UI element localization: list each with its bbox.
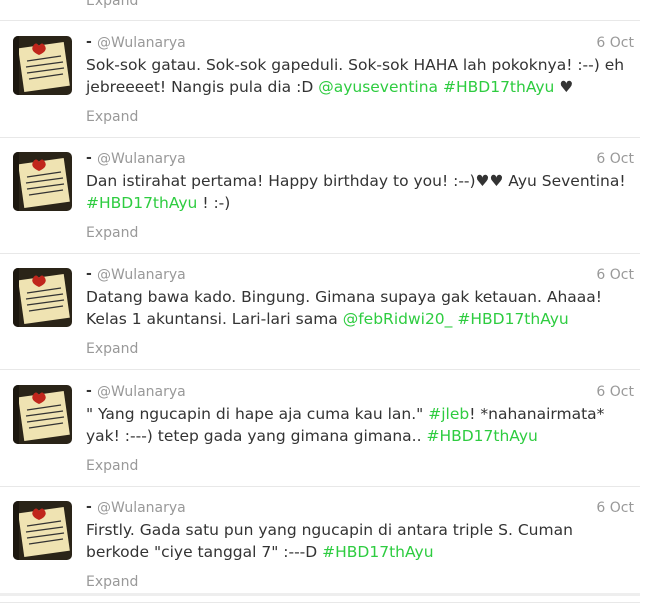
tweet-timestamp[interactable]: 6 Oct [596,267,634,283]
scrollbar[interactable] [640,0,650,596]
avatar-image [13,501,72,560]
hashtag-link[interactable]: #HBD17thAyu [457,310,568,328]
expand-link[interactable]: Expand [86,574,138,590]
hashtag-link[interactable]: #HBD17thAyu [426,427,537,445]
avatar[interactable] [13,501,72,560]
avatar[interactable] [13,152,72,211]
expand-link[interactable]: Expand [86,341,138,357]
avatar[interactable] [13,385,72,444]
hashtag-link[interactable]: #HBD17thAyu [86,194,197,212]
avatar-image [13,152,72,211]
author-name[interactable]: - [86,266,92,282]
avatar[interactable] [13,36,72,95]
tweet-header: - @Wulanarya 6 Oct [86,150,634,169]
tweet-text: Dan istirahat pertama! Happy birthday to… [86,170,631,214]
tweet-timestamp[interactable]: 6 Oct [596,35,634,51]
username[interactable]: @Wulanarya [97,384,186,400]
tweet-timestamp[interactable]: 6 Oct [596,500,634,516]
tweet-text-segment: ♥ [554,78,574,96]
tweet-header: - @Wulanarya 6 Oct [86,383,634,402]
mention-link[interactable]: @febRidwi20_ [343,310,453,328]
username[interactable]: @Wulanarya [97,35,186,51]
tweet-item[interactable]: - @Wulanarya 6 Oct Firstly. Gada satu pun y… [0,486,640,603]
avatar-image [13,36,72,95]
previous-tweet-stub: Expand [0,0,640,21]
tweet-item[interactable]: - @Wulanarya 6 Oct Sok-sok gatau. Sok-sok g… [0,21,640,138]
tweet-text-segment: Dan istirahat pertama! Happy birthday to… [86,172,626,190]
tweet-text: " Yang ngucapin di hape aja cuma kau lan… [86,403,631,447]
tweet-text: Firstly. Gada satu pun yang ngucapin di … [86,519,631,563]
mention-link[interactable]: @ayuseventina [318,78,438,96]
hashtag-link[interactable]: #HBD17thAyu [322,543,433,561]
avatar-image [13,268,72,327]
tweet-timestamp[interactable]: 6 Oct [596,151,634,167]
tweet-timestamp[interactable]: 6 Oct [596,384,634,400]
tweet-header: - @Wulanarya 6 Oct [86,266,634,285]
author-name[interactable]: - [86,34,92,50]
tweet-header: - @Wulanarya 6 Oct [86,34,634,53]
author-name[interactable]: - [86,150,92,166]
tweet-item[interactable]: - @Wulanarya 6 Oct Dan istirahat pertama! H… [0,137,640,254]
tweet-text-segment: " Yang ngucapin di hape aja cuma kau lan… [86,405,429,423]
author-name[interactable]: - [86,499,92,515]
username[interactable]: @Wulanarya [97,500,186,516]
expand-link[interactable]: Expand [86,458,138,474]
tweet-text-segment: ! :-) [197,194,231,212]
avatar[interactable] [13,268,72,327]
tweet-item[interactable]: - @Wulanarya 6 Oct Datang bawa kado. Bingun… [0,253,640,370]
username[interactable]: @Wulanarya [97,267,186,283]
author-name[interactable]: - [86,383,92,399]
tweet-text: Sok-sok gatau. Sok-sok gapeduli. Sok-sok… [86,54,631,98]
expand-link[interactable]: Expand [86,225,138,241]
tweet-timeline: Expand - @Wulanarya 6 Oct Sok-sok gatau. So… [0,0,641,603]
tweet-text: Datang bawa kado. Bingung. Gimana supaya… [86,286,631,330]
expand-link[interactable]: Expand [86,109,138,125]
expand-link[interactable]: Expand [86,0,138,9]
username[interactable]: @Wulanarya [97,151,186,167]
avatar-image [13,385,72,444]
tweet-header: - @Wulanarya 6 Oct [86,499,634,518]
tweet-item[interactable]: - @Wulanarya 6 Oct " Yang ngucapin di hape … [0,370,640,487]
hashtag-link[interactable]: #jleb [428,405,469,423]
hashtag-link[interactable]: #HBD17thAyu [443,78,554,96]
